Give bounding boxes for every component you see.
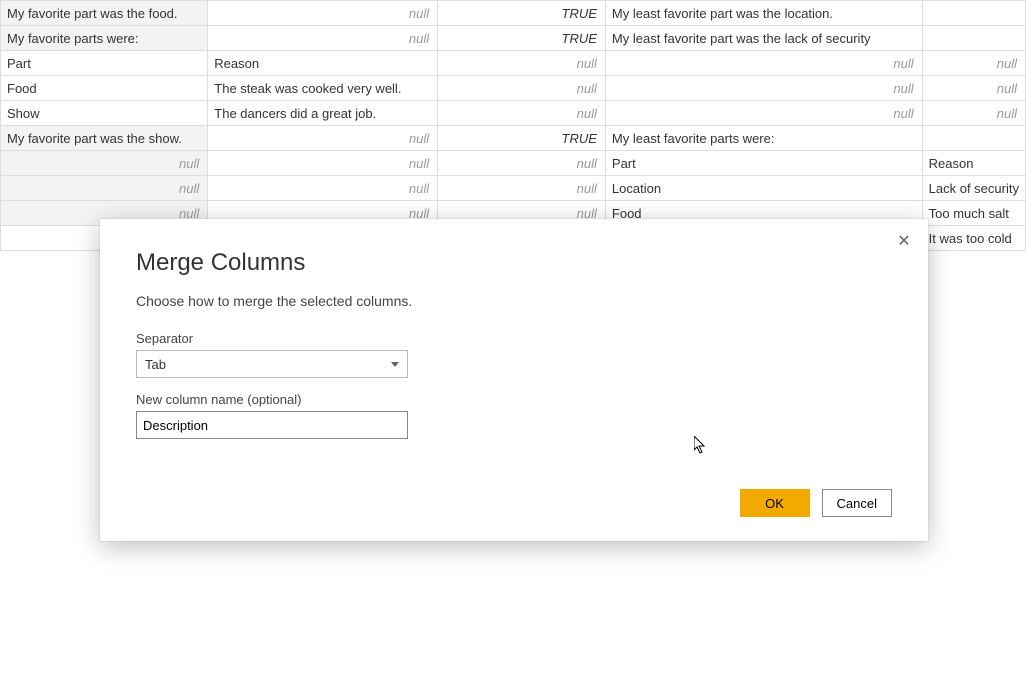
ok-button[interactable]: OK [740,489,810,517]
separator-value: Tab [145,357,166,372]
close-icon[interactable]: ✕ [894,231,914,251]
new-column-label: New column name (optional) [136,392,892,407]
merge-columns-dialog: ✕ Merge Columns Choose how to merge the … [100,219,928,541]
separator-label: Separator [136,331,892,346]
dialog-button-row: OK Cancel [740,489,892,517]
dialog-subtitle: Choose how to merge the selected columns… [136,293,892,309]
chevron-down-icon [391,362,399,367]
modal-overlay: ✕ Merge Columns Choose how to merge the … [0,0,1026,684]
new-column-input[interactable] [136,411,408,439]
cancel-button[interactable]: Cancel [822,489,892,517]
dialog-title: Merge Columns [136,249,892,277]
separator-dropdown[interactable]: Tab [136,350,408,378]
